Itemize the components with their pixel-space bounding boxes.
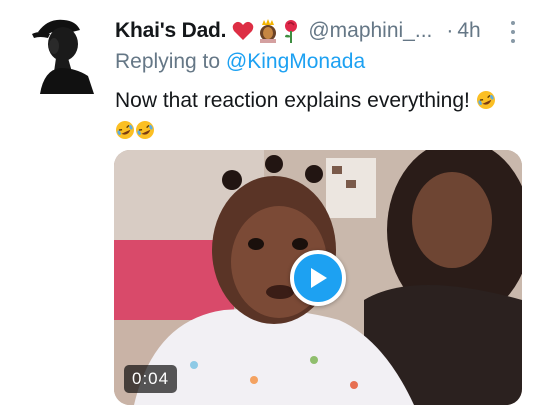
user-handle[interactable]: @maphini_... [308, 19, 432, 43]
display-name[interactable]: Khai's Dad. [115, 19, 227, 43]
tweet-header: Khai's Dad. @maphini_... · 4h [115, 17, 520, 45]
tweet-body: Now that reaction explains everything! [115, 89, 470, 112]
separator-dot: · [446, 19, 454, 42]
tweet-text: Now that reaction explains everything! [115, 86, 510, 146]
play-button[interactable] [290, 250, 346, 306]
rofl-emoji-icon [136, 121, 154, 139]
play-icon [311, 268, 327, 288]
tweet[interactable]: Khai's Dad. @maphini_... · 4h Replying t… [0, 0, 540, 419]
rose-icon [285, 20, 298, 43]
rofl-emoji-icon [116, 121, 134, 139]
red-heart-icon [233, 21, 254, 40]
rofl-emoji-icon [476, 91, 495, 109]
more-options-icon[interactable] [506, 21, 520, 43]
replying-to: Replying to @KingMonada [115, 50, 365, 74]
replying-mention[interactable]: @KingMonada [226, 50, 365, 73]
avatar[interactable] [30, 12, 100, 94]
timestamp[interactable]: 4h [457, 19, 480, 43]
video-duration: 0:04 [124, 365, 178, 393]
name-emojis [232, 19, 300, 43]
replying-prefix: Replying to [115, 50, 221, 73]
princess-icon [260, 19, 277, 43]
